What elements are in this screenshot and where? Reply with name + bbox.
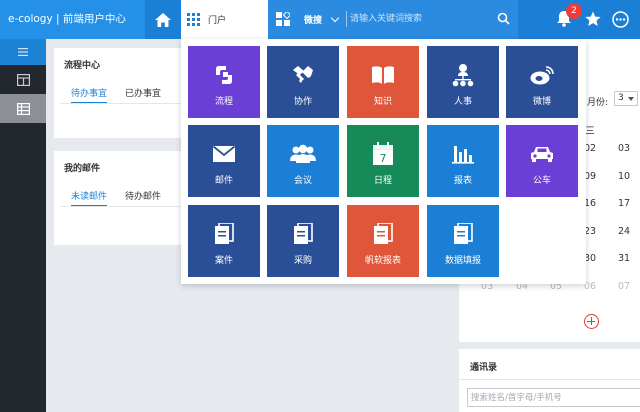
portal-tile-mail[interactable]: 邮件 xyxy=(188,125,260,197)
meeting-icon xyxy=(290,144,316,163)
search-icon[interactable] xyxy=(497,12,510,25)
portal-tile-label: 采购 xyxy=(293,256,312,266)
portal-tile-collaboration[interactable]: 协作 xyxy=(267,46,339,118)
divider xyxy=(60,103,182,104)
table-icon xyxy=(16,102,30,115)
contacts-card: 通讯录 xyxy=(459,349,640,412)
portal-tile-label: 知识 xyxy=(373,97,392,107)
tab-done-tasks[interactable]: 已办事宜 xyxy=(125,86,161,99)
document-icon xyxy=(215,223,234,244)
app-logo[interactable]: e-cology | 前端用户中心 xyxy=(0,0,145,39)
portal-tile-vehicle[interactable]: 公车 xyxy=(506,125,578,197)
apps-icon[interactable] xyxy=(276,12,290,26)
chevron-down-icon[interactable] xyxy=(330,13,340,23)
portal-tile-process[interactable]: 流程 xyxy=(188,46,260,118)
portal-tab-label: 门户 xyxy=(208,16,227,26)
contacts-title: 通讯录 xyxy=(470,363,498,373)
search-type-select[interactable]: 微搜 xyxy=(304,13,322,26)
calendar-icon-date: 7 xyxy=(380,152,387,165)
portal-tile-data-entry[interactable]: 数据填报 xyxy=(427,205,499,277)
notification-badge[interactable]: 2 xyxy=(566,3,582,19)
portal-tile-meeting[interactable]: 会议 xyxy=(267,125,339,197)
portal-tile-label: 邮件 xyxy=(214,176,233,186)
portal-tile-label: 日程 xyxy=(373,176,392,186)
search-input[interactable] xyxy=(350,10,490,28)
document-icon xyxy=(454,223,473,244)
portal-tile-label: 案件 xyxy=(214,256,233,266)
org-chart-icon xyxy=(452,64,474,87)
sidebar-item-table[interactable] xyxy=(0,94,46,123)
portal-tile-label: 公车 xyxy=(532,176,551,186)
portal-tile-hr[interactable]: 人事 xyxy=(427,46,499,118)
calendar-icon: 7 xyxy=(373,142,393,165)
portal-tile-label: 协作 xyxy=(293,97,312,107)
grid-menu-icon xyxy=(187,13,200,26)
portal-tile-label: 报表 xyxy=(453,176,472,186)
portal-tile-label: 人事 xyxy=(453,97,472,107)
month-select-value: 3 xyxy=(618,93,624,103)
portal-tile-label: 会议 xyxy=(293,176,312,186)
document-icon xyxy=(374,223,393,244)
portal-tile-label: 微博 xyxy=(532,97,551,107)
add-event-button[interactable] xyxy=(584,314,599,329)
more-icon[interactable] xyxy=(612,11,629,28)
top-header: e-cology | 前端用户中心 门户 微搜 2 xyxy=(0,0,640,39)
calendar-day[interactable]: 31 xyxy=(614,253,634,264)
portal-dropdown-menu: 流程 协作 知识 人事 微博 邮件 会议 7 日程 报表 公车 案件 采购 帆软… xyxy=(181,39,586,284)
portal-tile-label: 流程 xyxy=(214,97,233,107)
bar-chart-icon xyxy=(452,146,474,164)
chevron-down-icon xyxy=(628,97,634,101)
portal-tile-label: 数据填报 xyxy=(444,256,481,266)
calendar-day[interactable]: 24 xyxy=(614,226,634,237)
portal-tile-fanruan-report[interactable]: 帆软报表 xyxy=(347,205,419,277)
process-card-title: 流程中心 xyxy=(64,61,101,71)
calendar-day[interactable]: 03 xyxy=(614,143,634,154)
process-center-card: 流程中心 待办事宜 已办事宜 xyxy=(54,48,182,138)
portal-tile-case[interactable]: 案件 xyxy=(188,205,260,277)
home-button[interactable] xyxy=(145,0,181,39)
process-icon xyxy=(216,66,232,84)
portal-tile-procurement[interactable]: 采购 xyxy=(267,205,339,277)
month-label: 月份: xyxy=(587,98,609,108)
sidebar-item-layout[interactable] xyxy=(0,65,46,94)
car-icon xyxy=(531,147,553,162)
star-icon[interactable] xyxy=(585,11,601,27)
tab-unread-mail[interactable]: 未读邮件 xyxy=(71,189,108,207)
tab-pending-mail[interactable]: 待办邮件 xyxy=(125,189,161,202)
mail-card-title: 我的邮件 xyxy=(64,164,101,174)
book-icon xyxy=(372,66,394,84)
month-select[interactable]: 3 xyxy=(614,91,638,106)
portal-tile-schedule[interactable]: 7 日程 xyxy=(347,125,419,197)
hamburger-icon xyxy=(18,48,28,56)
portal-tab[interactable]: 门户 xyxy=(181,0,268,39)
portal-tile-weibo[interactable]: 微博 xyxy=(506,46,578,118)
weibo-icon xyxy=(530,66,554,85)
mail-icon xyxy=(212,145,236,162)
search-bar: 微搜 xyxy=(268,0,518,39)
left-sidebar xyxy=(0,39,46,412)
calendar-day[interactable]: 10 xyxy=(614,171,634,182)
calendar-day-other-month[interactable]: 07 xyxy=(614,281,634,292)
portal-tile-label: 帆软报表 xyxy=(364,256,401,266)
layout-icon xyxy=(16,73,30,86)
portal-tile-knowledge[interactable]: 知识 xyxy=(347,46,419,118)
search-divider xyxy=(346,11,347,27)
document-icon xyxy=(294,223,313,244)
tab-pending-tasks[interactable]: 待办事宜 xyxy=(71,86,108,104)
divider xyxy=(459,379,640,380)
my-mail-card: 我的邮件 未读邮件 待办邮件 xyxy=(54,151,182,245)
contacts-search-input[interactable] xyxy=(467,388,640,407)
handshake-icon xyxy=(293,66,313,83)
calendar-day[interactable]: 17 xyxy=(614,198,634,209)
portal-tile-report[interactable]: 报表 xyxy=(427,125,499,197)
menu-toggle-button[interactable] xyxy=(0,39,46,65)
home-icon xyxy=(155,12,171,27)
divider xyxy=(60,206,182,207)
